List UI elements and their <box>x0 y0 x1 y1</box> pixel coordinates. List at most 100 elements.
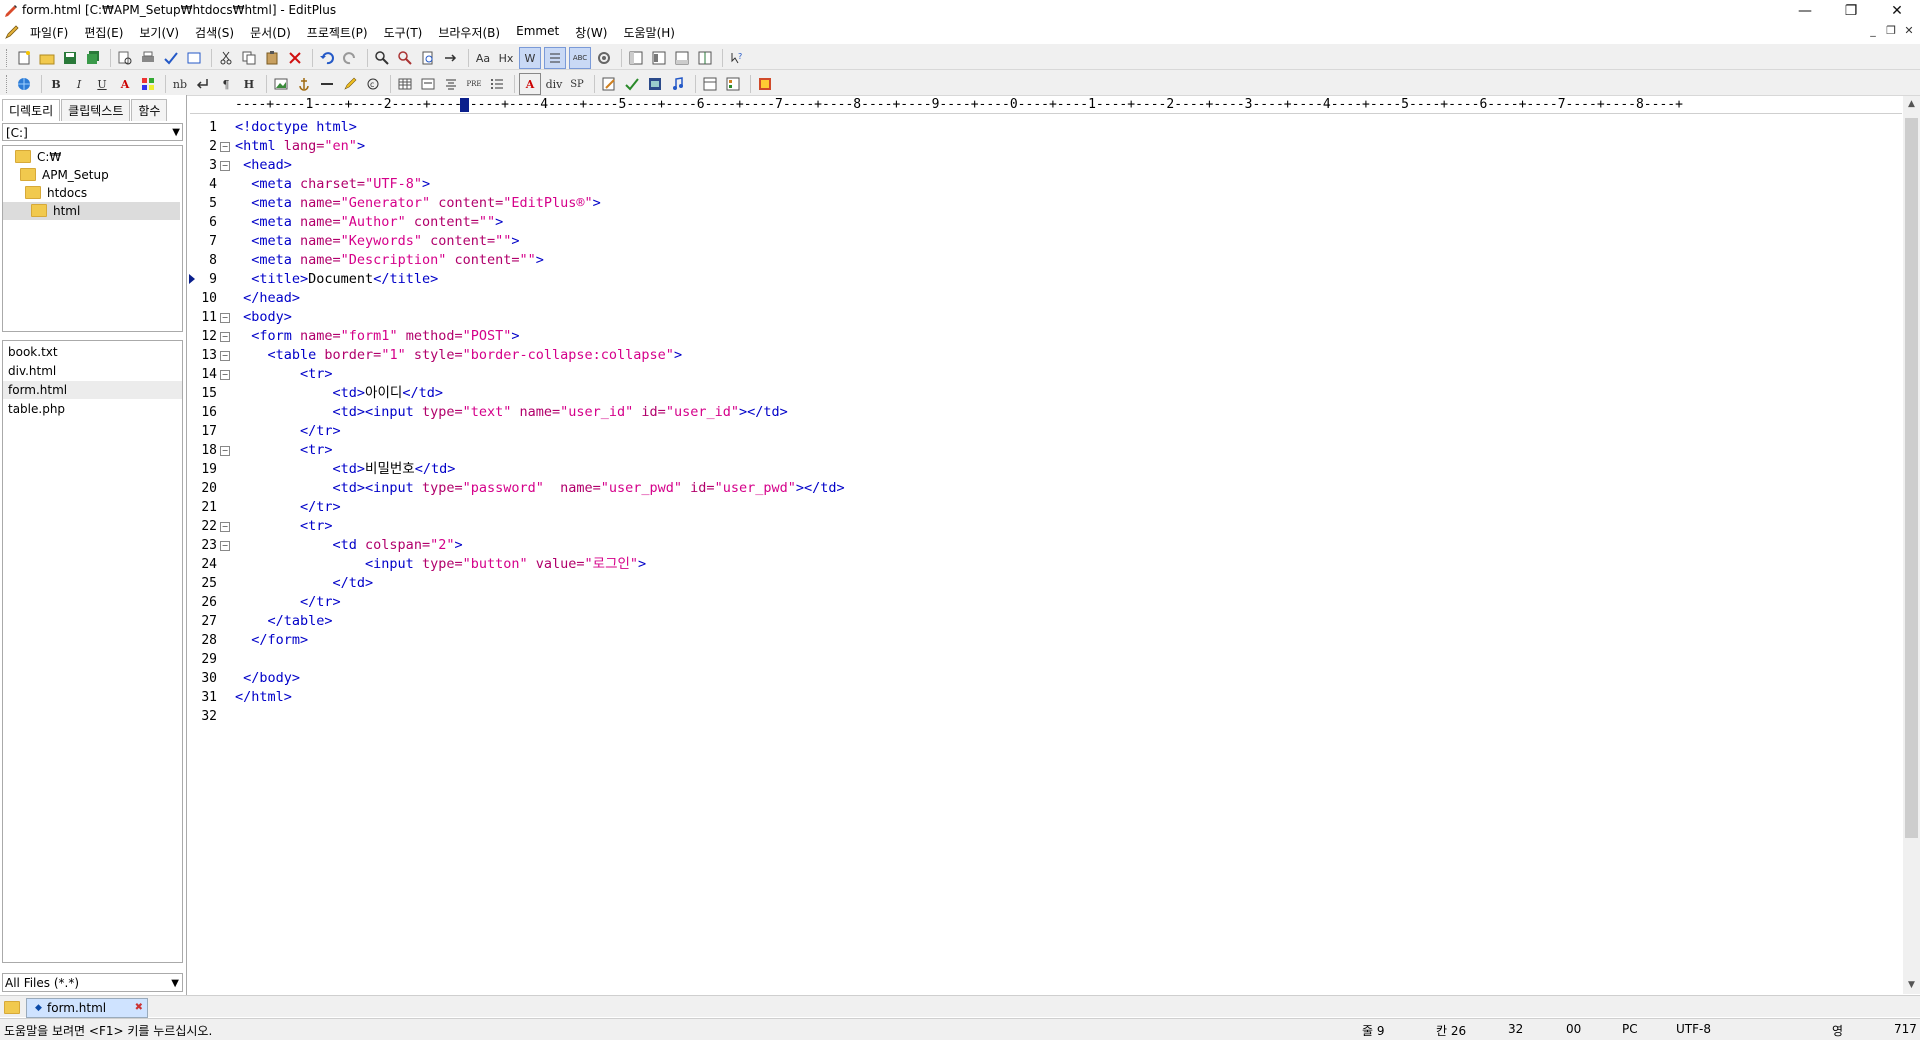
cliptext-window-icon[interactable] <box>649 48 669 68</box>
form-element-icon[interactable] <box>723 74 743 94</box>
tree-node-apm-setup[interactable]: APM_Setup <box>20 166 109 184</box>
ruler-toggle-icon[interactable]: ABC <box>569 47 591 69</box>
mdi-minimize-button[interactable]: _ <box>1864 24 1882 37</box>
drive-select[interactable]: [C:] ▼ <box>2 123 183 141</box>
minimize-button[interactable]: — <box>1782 0 1828 22</box>
fold-toggle-icon[interactable]: − <box>220 142 230 152</box>
scroll-down-icon[interactable]: ▼ <box>1903 977 1920 994</box>
horizontal-rule-icon[interactable] <box>317 74 337 94</box>
code-line[interactable]: <meta name="Generator" content="EditPlus… <box>235 194 601 213</box>
code-line[interactable]: <meta name="Author" content=""> <box>235 213 503 232</box>
code-line[interactable]: <td><input type="password" name="user_pw… <box>235 479 845 498</box>
edit-pen-icon[interactable] <box>599 74 619 94</box>
font-tag-button[interactable]: A <box>519 73 541 95</box>
tree-node-html[interactable]: html <box>3 202 180 220</box>
cut-icon[interactable] <box>216 48 236 68</box>
html-toolbar-menu-icon[interactable] <box>755 74 775 94</box>
toolbar-grip[interactable] <box>6 49 10 67</box>
code-line[interactable]: <td colspan="2"> <box>235 536 463 555</box>
code-line[interactable]: <head> <box>235 156 292 175</box>
spell-check-icon[interactable] <box>161 48 181 68</box>
center-align-icon[interactable] <box>441 74 461 94</box>
browser-globe-icon[interactable] <box>14 74 34 94</box>
italic-button[interactable]: I <box>69 74 89 94</box>
delete-icon[interactable] <box>285 48 305 68</box>
tab-cliptext[interactable]: 클립텍스트 <box>61 99 131 121</box>
code-line[interactable]: </head> <box>235 289 300 308</box>
tab-directory[interactable]: 디렉토리 <box>2 99 61 121</box>
file-filter-select[interactable]: All Files (*.*) ▼ <box>2 973 183 992</box>
toolbar-grip[interactable] <box>6 75 10 93</box>
code-line[interactable]: <input type="button" value="로그인"> <box>235 555 646 574</box>
menu-item-1[interactable]: 편집(E) <box>84 24 123 41</box>
menu-item-10[interactable]: 도움말(H) <box>623 24 675 41</box>
code-line[interactable]: </tr> <box>235 498 341 517</box>
menu-item-5[interactable]: 프로젝트(P) <box>307 24 368 41</box>
folder-icon[interactable] <box>4 1001 20 1014</box>
copy-icon[interactable] <box>239 48 259 68</box>
restore-button[interactable]: ❐ <box>1828 0 1874 22</box>
frame-icon[interactable] <box>700 74 720 94</box>
undo-icon[interactable] <box>317 48 337 68</box>
color-palette-icon[interactable] <box>138 74 158 94</box>
mdi-restore-button[interactable]: ❐ <box>1882 24 1900 37</box>
menu-item-4[interactable]: 문서(D) <box>250 24 291 41</box>
new-file-icon[interactable] <box>14 48 34 68</box>
menu-item-9[interactable]: 창(W) <box>575 24 607 41</box>
code-line[interactable]: </form> <box>235 631 308 650</box>
output-window-icon[interactable] <box>672 48 692 68</box>
code-line[interactable]: <html lang="en"> <box>235 137 365 156</box>
hex-viewer-icon[interactable]: Hx <box>496 48 516 68</box>
code-editor[interactable]: 1 2−3−4 5 6 7 8 9 10 11−12−13−14−15 16 17 18−19 20 21… <box>189 114 1902 994</box>
validate-check-icon[interactable] <box>622 74 642 94</box>
fold-toggle-icon[interactable]: − <box>220 541 230 551</box>
anchor-icon[interactable] <box>294 74 314 94</box>
list-icon[interactable] <box>487 74 507 94</box>
line-number-icon[interactable] <box>544 47 566 69</box>
fold-toggle-icon[interactable]: − <box>220 161 230 171</box>
image-icon[interactable] <box>271 74 291 94</box>
code-line[interactable]: </html> <box>235 688 292 707</box>
browser-preview-icon[interactable] <box>184 48 204 68</box>
fold-toggle-icon[interactable]: − <box>220 313 230 323</box>
menu-item-0[interactable]: 파일(F) <box>30 24 68 41</box>
code-line[interactable]: </td> <box>235 574 374 593</box>
save-all-icon[interactable] <box>83 48 103 68</box>
fold-toggle-icon[interactable]: − <box>220 332 230 342</box>
media-film-icon[interactable] <box>645 74 665 94</box>
fold-toggle-icon[interactable]: − <box>220 370 230 380</box>
code-line[interactable]: <meta charset="UTF-8"> <box>235 175 430 194</box>
code-line[interactable]: </tr> <box>235 422 341 441</box>
code-line[interactable]: <td><input type="text" name="user_id" id… <box>235 403 788 422</box>
chevron-down-icon[interactable]: ▼ <box>171 974 179 993</box>
code-line[interactable]: <body> <box>235 308 292 327</box>
table-icon[interactable] <box>395 74 415 94</box>
file-item-div[interactable]: div.html <box>8 362 182 380</box>
code-line[interactable]: </tr> <box>235 593 341 612</box>
tree-node-root[interactable]: C:₩ <box>15 148 61 166</box>
code-line[interactable]: </table> <box>235 612 333 631</box>
scrollbar-thumb[interactable] <box>1905 118 1918 838</box>
div-button[interactable]: div <box>544 74 564 94</box>
status-eol[interactable]: PC <box>1622 1022 1638 1036</box>
status-encoding[interactable]: UTF-8 <box>1676 1022 1711 1036</box>
code-line[interactable]: <meta name="Keywords" content=""> <box>235 232 519 251</box>
close-button[interactable]: ✕ <box>1874 0 1920 22</box>
preformatted-button[interactable]: PRE <box>464 74 484 94</box>
code-line[interactable]: <meta name="Description" content=""> <box>235 251 544 270</box>
redo-icon[interactable] <box>340 48 360 68</box>
code-line[interactable]: <title>Document</title> <box>235 270 438 289</box>
line-break-icon[interactable] <box>193 74 213 94</box>
word-wrap-icon[interactable]: W <box>519 47 541 69</box>
form-icon[interactable] <box>418 74 438 94</box>
nbsp-button[interactable]: nb <box>170 74 190 94</box>
help-icon[interactable]: ? <box>727 48 747 68</box>
font-color-button[interactable]: A <box>115 74 135 94</box>
menu-item-3[interactable]: 검색(S) <box>195 24 234 41</box>
goto-line-icon[interactable] <box>441 48 461 68</box>
code-line[interactable]: <tr> <box>235 365 333 384</box>
code-line[interactable]: <!doctype html> <box>235 118 357 137</box>
code-line[interactable]: </body> <box>235 669 300 688</box>
paste-icon[interactable] <box>262 48 282 68</box>
code-line[interactable]: <tr> <box>235 517 333 536</box>
